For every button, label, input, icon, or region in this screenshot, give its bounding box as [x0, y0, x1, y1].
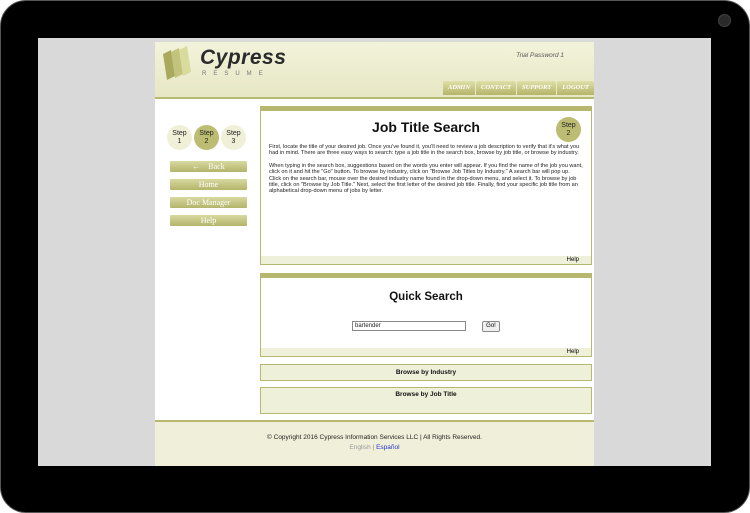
brand-subtitle: RESUME: [202, 71, 270, 77]
lang-espanol-link[interactable]: Español: [376, 444, 400, 451]
doc-manager-button[interactable]: Doc Manager: [170, 197, 247, 208]
lang-separator: |: [372, 444, 375, 451]
help-button[interactable]: Help: [170, 215, 247, 226]
panel-top-bar: [261, 107, 591, 111]
step-2-badge: Step 2: [556, 117, 581, 142]
step-number: 1: [177, 137, 182, 145]
panel-top-bar: [261, 274, 591, 278]
quick-search-row: Go!: [352, 321, 500, 332]
camera-icon: [718, 14, 731, 27]
step-2[interactable]: Step 2: [194, 125, 219, 150]
tablet-frame: Cypress RESUME Trial Password 1 ADMIN CO…: [0, 0, 750, 513]
page: Cypress RESUME Trial Password 1 ADMIN CO…: [155, 42, 594, 466]
screen: Cypress RESUME Trial Password 1 ADMIN CO…: [38, 38, 711, 466]
step-label: Step: [199, 129, 214, 137]
go-button[interactable]: Go!: [482, 321, 500, 332]
brand-name: Cypress: [200, 46, 287, 69]
nav-contact[interactable]: CONTACT: [476, 81, 517, 95]
nav-admin[interactable]: ADMIN: [443, 81, 476, 95]
header: Cypress RESUME Trial Password 1 ADMIN CO…: [155, 42, 594, 97]
job-title-search-heading: Job Title Search: [372, 119, 480, 135]
quick-search-panel: Quick Search Go! Help: [260, 273, 592, 357]
nav-support[interactable]: SUPPORT: [517, 81, 557, 95]
step-number: 2: [204, 137, 209, 145]
instructions-paragraph-1: First, locate the title of your desired …: [269, 144, 580, 157]
top-nav: ADMIN CONTACT SUPPORT LOGOUT: [443, 81, 594, 95]
quick-search-heading: Quick Search: [389, 291, 463, 303]
panel-footer: Help: [261, 348, 591, 356]
step-label: Step: [172, 129, 187, 137]
step-label: Step: [226, 129, 241, 137]
lang-english-link[interactable]: English: [349, 444, 370, 451]
trial-password-text: Trial Password 1: [516, 52, 564, 59]
copyright-text: © Copyright 2016 Cypress Information Ser…: [267, 434, 482, 441]
header-divider: [155, 97, 594, 99]
instructions-paragraph-2: When typing in the search box, suggestio…: [269, 162, 583, 195]
home-button[interactable]: Home: [170, 179, 247, 190]
back-button[interactable]: ← Back: [170, 161, 247, 172]
language-switcher: English | Español: [155, 444, 594, 451]
back-label: Back: [208, 162, 225, 171]
job-title-search-panel: Job Title Search Step 2 First, locate th…: [260, 106, 592, 265]
help-link[interactable]: Help: [567, 349, 579, 355]
step-1[interactable]: Step 1: [167, 125, 192, 150]
footer: © Copyright 2016 Cypress Information Ser…: [155, 420, 594, 466]
badge-number: 2: [566, 129, 571, 137]
browse-by-job-title-button[interactable]: Browse by Job Title: [260, 387, 592, 414]
step-number: 3: [231, 137, 236, 145]
step-3[interactable]: Step 3: [221, 125, 246, 150]
badge-label: Step: [561, 121, 576, 129]
panel-footer: Help: [261, 256, 591, 264]
help-link[interactable]: Help: [567, 257, 579, 263]
browse-by-industry-button[interactable]: Browse by Industry: [260, 364, 592, 381]
job-search-input[interactable]: [352, 321, 466, 331]
cypress-logo-icon: [163, 46, 191, 80]
back-arrow-icon: ←: [192, 162, 201, 171]
nav-logout[interactable]: LOGOUT: [557, 81, 594, 95]
step-indicator: Step 1 Step 2 Step 3: [167, 125, 246, 150]
